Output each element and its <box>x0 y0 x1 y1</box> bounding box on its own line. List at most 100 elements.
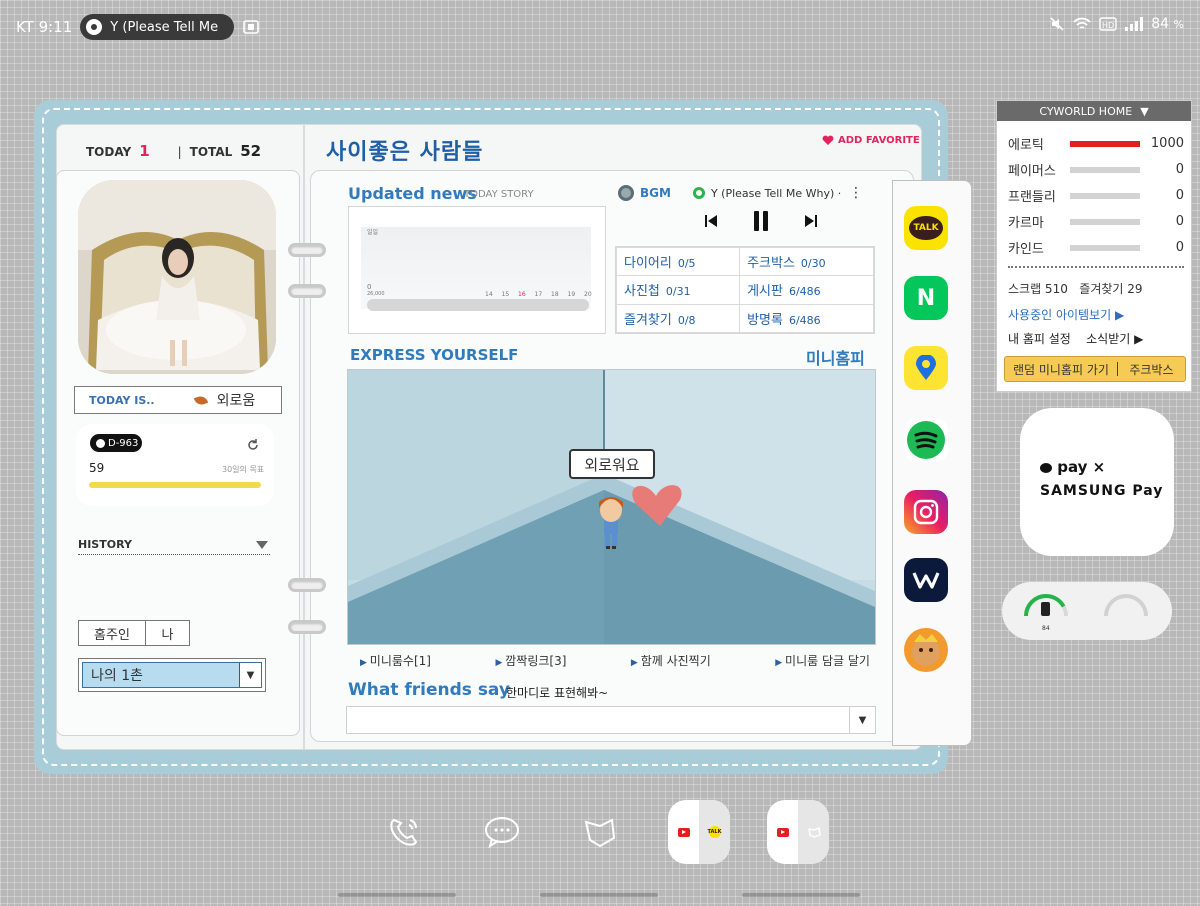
spotify-app[interactable] <box>904 418 948 462</box>
instagram-app[interactable] <box>904 490 948 534</box>
bixby-icon <box>807 827 821 838</box>
mood-text: 외로움 <box>216 393 256 409</box>
chart-top-label: 일일 <box>367 229 379 236</box>
phone-app-icon[interactable] <box>384 808 424 856</box>
youtube-icon <box>776 827 789 837</box>
subscribe-link[interactable]: 소식받기 ▶ <box>1086 332 1143 346</box>
dday-progress <box>89 482 261 488</box>
count-cell[interactable]: 즐겨찾기 0/8 <box>615 303 741 334</box>
next-icon[interactable] <box>804 214 818 228</box>
weverse-app[interactable] <box>904 558 948 602</box>
miniroom-scene <box>348 370 875 644</box>
view-items-link[interactable]: 사용중인 아이템보기 ▶ <box>1008 306 1124 323</box>
chart-tick-label: 16 <box>518 291 526 298</box>
cookie-run-app[interactable] <box>904 628 948 672</box>
chart-tick-label: 15 <box>501 291 510 298</box>
song-title[interactable]: Y (Please Tell Me Why) ··· <box>711 187 841 200</box>
app-pair-youtube-kakaotalk[interactable]: TALK <box>668 800 730 864</box>
previous-icon[interactable] <box>704 214 718 228</box>
stat-row: 프랜들리 0 <box>1008 188 1184 205</box>
ilchon-value: 나의 1촌 <box>83 663 239 687</box>
dropdown-arrow-icon <box>256 541 268 549</box>
chart-scrollbar[interactable] <box>367 299 589 311</box>
cyworld-home-header[interactable]: CYWORLD HOME ▼ <box>997 101 1191 121</box>
visitor-counter: TODAY 1 | TOTAL 52 <box>86 142 262 160</box>
chart-tick-label: 19 <box>567 291 576 298</box>
music-note-icon <box>692 187 705 199</box>
divider <box>1008 266 1184 268</box>
chart-tick-label: 14 <box>485 291 493 298</box>
battery-widget-value: 84 <box>1042 625 1050 632</box>
chart-tick-label: 17 <box>534 291 543 298</box>
music-icon <box>86 19 103 35</box>
miniroom-link[interactable]: 미니룸 담글 달기 <box>775 652 870 669</box>
bixby-app-icon[interactable] <box>580 808 620 856</box>
page-title: 사이좋은 사람들 <box>326 140 484 165</box>
naver-label: N <box>916 285 936 311</box>
battery-gauges: 84 <box>1024 594 1148 632</box>
more-options-icon[interactable]: ⋮ <box>849 185 863 201</box>
friends-say-subtitle: 한마디로 표현해봐~ <box>506 686 609 700</box>
now-playing-chip[interactable]: Y (Please Tell Me <box>80 14 235 40</box>
battery-widget[interactable]: 84 <box>1002 582 1172 640</box>
binder-ring <box>288 243 326 257</box>
random-minihompi-button[interactable]: 랜덤 미니홈피 가기 <box>1005 361 1117 378</box>
chart-tick-label: 20 <box>584 291 592 298</box>
pay-widget[interactable] <box>1020 408 1174 556</box>
camera-icon <box>913 499 939 525</box>
friends-comment-select[interactable]: ▼ <box>346 706 876 734</box>
homepage-settings-link[interactable]: 내 홈피 설정 <box>1008 332 1071 346</box>
add-favorite-button[interactable]: ADD FAVORITE <box>822 135 920 146</box>
updated-news-title: Updated news <box>348 184 477 203</box>
binder-ring <box>288 578 326 592</box>
nav-handle <box>338 893 456 897</box>
kakaopay-label: pay × <box>1040 458 1105 476</box>
today-is-label: TODAY IS.. <box>89 393 155 407</box>
scrap-favorites: 스크랩 510 즐겨찾기 29 <box>1008 282 1143 296</box>
count-cell[interactable]: 게시판 6/486 <box>739 275 874 305</box>
player-controls <box>704 210 818 232</box>
tab-me[interactable]: 나 <box>146 620 190 646</box>
tab-owner[interactable]: 홈주인 <box>78 620 146 646</box>
heart-icon <box>822 135 834 145</box>
today-mood-box[interactable]: TODAY IS.. 외로움 <box>74 386 282 414</box>
today-value: 1 <box>139 142 150 160</box>
carrier-time: KT 9:11 <box>16 18 73 36</box>
history-dropdown[interactable]: HISTORY <box>78 538 270 555</box>
jukebox-button[interactable]: 주크박스 <box>1118 361 1185 378</box>
pause-icon[interactable] <box>752 210 770 232</box>
express-yourself-title: EXPRESS YOURSELF <box>350 346 519 364</box>
friends-say-title: What friends say <box>348 680 510 700</box>
count-cell[interactable]: 다이어리 0/5 <box>615 246 741 277</box>
miniroom-link[interactable]: 깜짝링크[3] <box>495 652 566 669</box>
naver-app[interactable]: N <box>904 276 948 320</box>
miniroom-link[interactable]: 미니룸수[1] <box>360 652 431 669</box>
count-cell[interactable]: 사진첩 0/31 <box>615 275 741 305</box>
history-label: HISTORY <box>78 538 132 551</box>
count-cell[interactable]: 방명록 6/486 <box>739 303 874 334</box>
signal-icon <box>1125 17 1144 31</box>
disc-icon <box>618 185 634 201</box>
ilchon-select[interactable]: 나의 1촌 ▼ <box>78 658 266 692</box>
stat-row: 페이머스 0 <box>1008 162 1184 179</box>
map-app[interactable] <box>904 346 948 390</box>
updated-news-subtitle: TODAY STORY <box>464 189 534 200</box>
chevron-down-icon[interactable]: ▼ <box>239 663 261 687</box>
profile-photo[interactable] <box>78 180 276 374</box>
messages-app-icon[interactable] <box>482 808 522 856</box>
chevron-down-icon[interactable]: ▼ <box>849 707 875 733</box>
miniroom[interactable] <box>347 369 876 645</box>
today-label: TODAY <box>86 145 132 159</box>
hd-icon: HD <box>1099 17 1117 31</box>
speech-bubble: 외로워요 <box>569 449 655 479</box>
stat-bar <box>1070 218 1140 225</box>
app-pair-youtube-bixby[interactable] <box>767 800 829 864</box>
binder-ring <box>288 284 326 298</box>
refresh-icon[interactable] <box>246 438 260 452</box>
stat-row: 카인드 0 <box>1008 240 1184 257</box>
status-bar-right: HD 84 % <box>1049 16 1184 32</box>
kakaotalk-app[interactable]: TALK <box>904 206 948 250</box>
binder-ring <box>288 620 326 634</box>
count-cell[interactable]: 주크박스 0/30 <box>739 246 874 277</box>
miniroom-link[interactable]: 함께 사진찍기 <box>631 652 711 669</box>
